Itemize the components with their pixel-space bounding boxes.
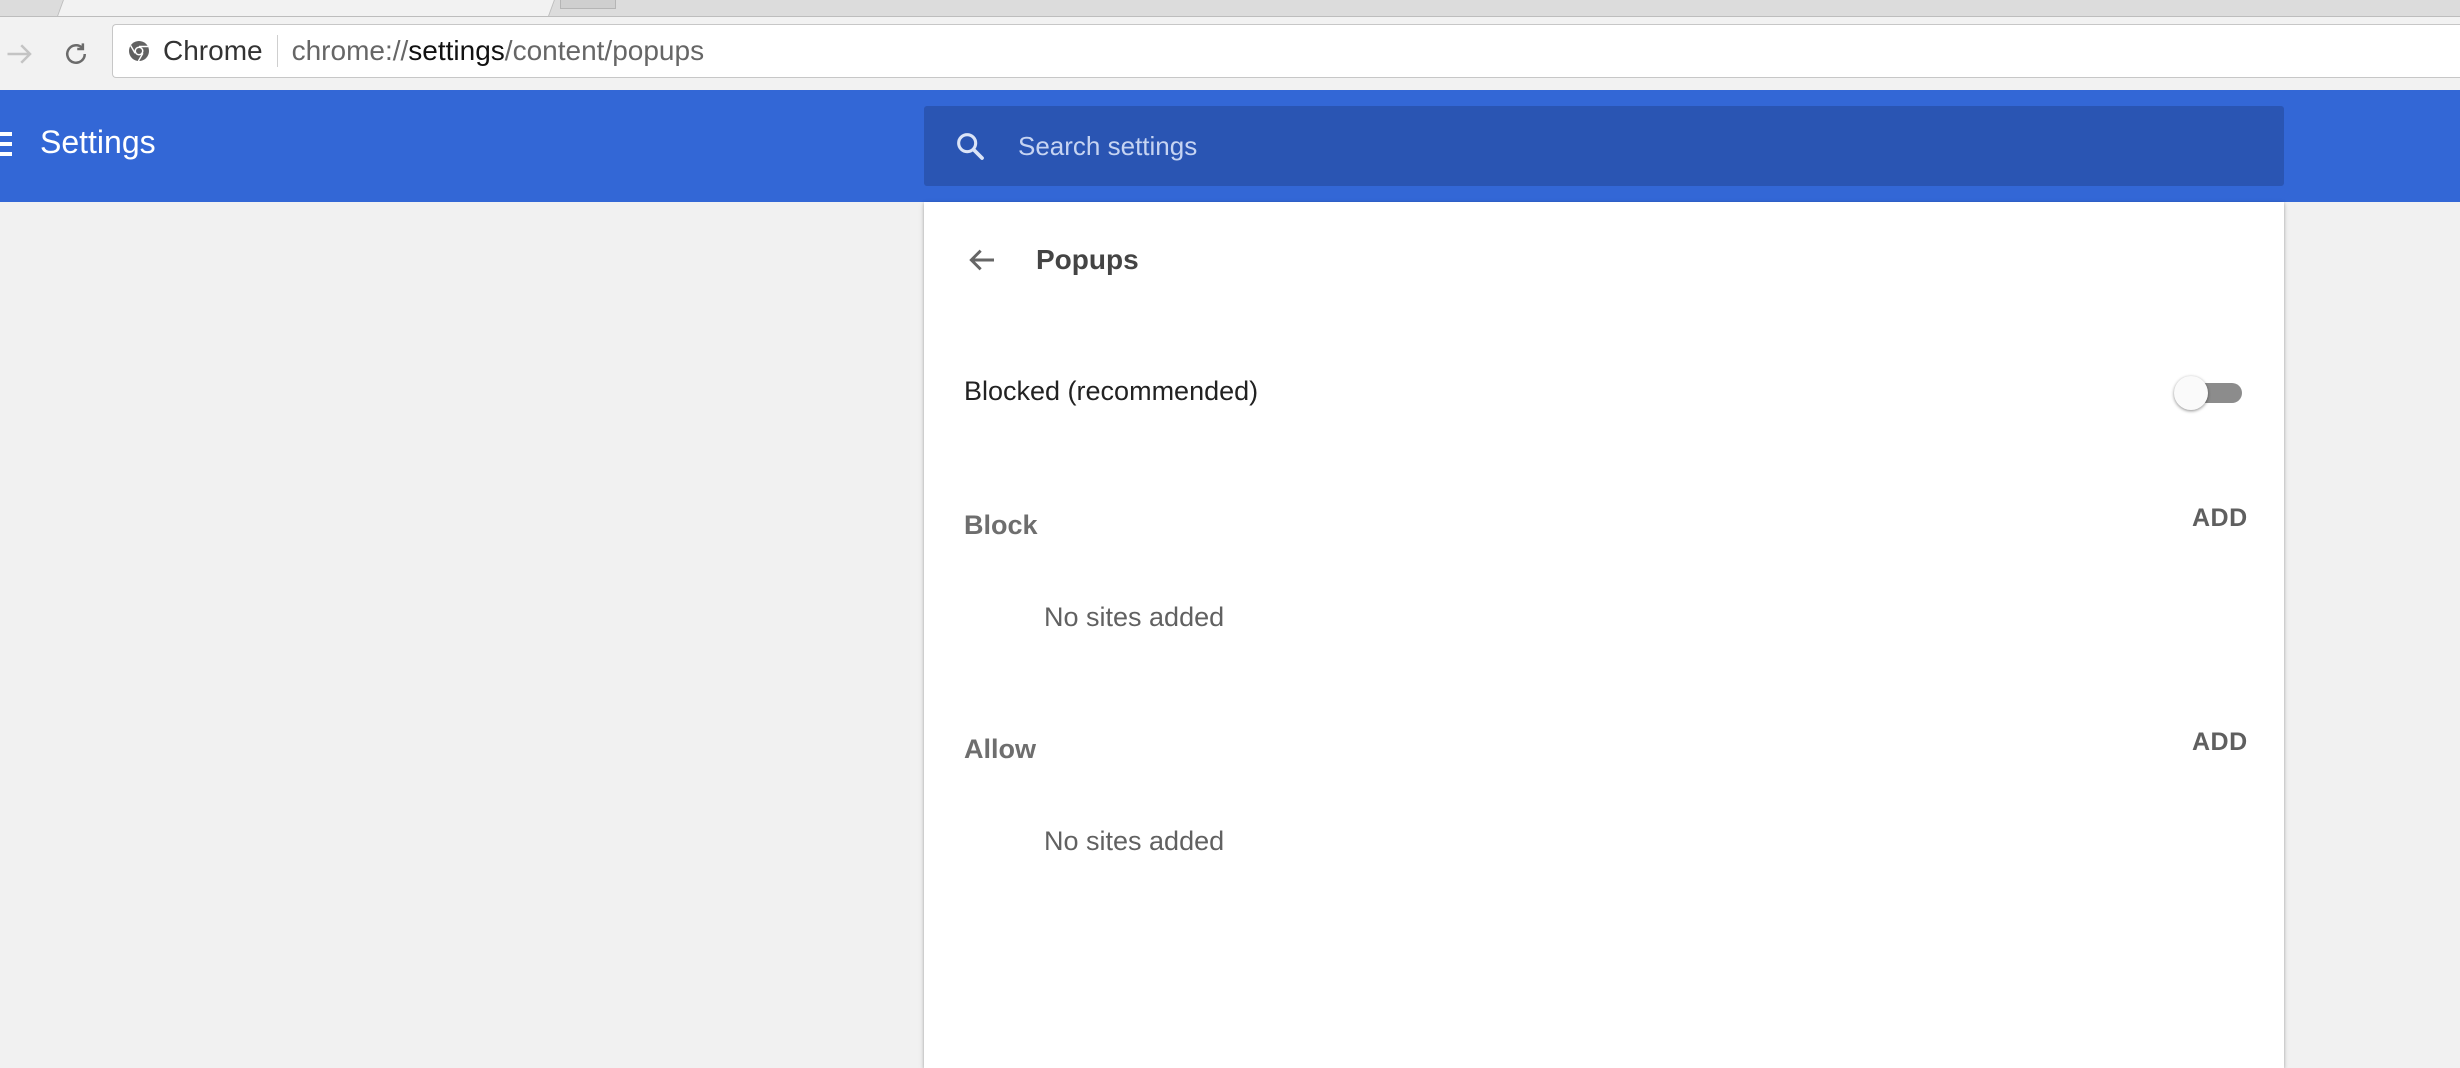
new-tab-button[interactable] <box>560 0 616 9</box>
search-input[interactable] <box>1016 129 2220 163</box>
active-tab[interactable] <box>57 0 555 16</box>
blocked-toggle[interactable] <box>2174 376 2244 410</box>
url-scheme: chrome:// <box>291 35 409 66</box>
settings-title: Settings <box>40 124 156 160</box>
url-text[interactable]: chrome://settings/content/popups <box>292 35 704 67</box>
add-block-button[interactable]: ADD <box>2192 504 2248 533</box>
search-bar[interactable] <box>924 106 2284 186</box>
allow-section-header: Allow <box>964 734 1036 764</box>
url-path: /content/popups <box>504 35 705 66</box>
address-divider <box>276 35 278 67</box>
block-empty-text: No sites added <box>1044 602 1225 632</box>
forward-arrow-icon <box>7 44 32 64</box>
block-section-header: Block <box>964 510 1038 540</box>
browser-toolbar: Chrome chrome://settings/content/popups <box>0 0 2460 91</box>
address-bar[interactable]: Chrome chrome://settings/content/popups <box>112 24 2460 78</box>
page-title: Popups <box>1036 244 1139 275</box>
add-allow-button[interactable]: ADD <box>2192 728 2248 757</box>
blocked-toggle-label: Blocked (recommended) <box>964 376 1259 406</box>
search-icon[interactable] <box>950 126 990 166</box>
back-button[interactable] <box>960 238 1004 282</box>
menu-icon[interactable] <box>0 132 12 156</box>
chrome-logo-icon <box>129 41 149 62</box>
tab-strip <box>0 0 2460 17</box>
chip-label: Chrome <box>163 35 263 66</box>
security-chip[interactable]: Chrome <box>113 25 263 77</box>
allow-empty-text: No sites added <box>1044 826 1225 856</box>
reload-button[interactable] <box>56 34 96 74</box>
toggle-knob <box>2174 376 2208 410</box>
back-arrow-icon <box>969 249 994 271</box>
settings-header: Settings <box>0 90 2460 202</box>
reload-icon <box>66 43 86 64</box>
forward-button[interactable] <box>0 34 40 74</box>
popups-card: Popups Blocked (recommended) Block ADD N… <box>924 202 2284 1068</box>
url-host: settings <box>408 35 505 66</box>
